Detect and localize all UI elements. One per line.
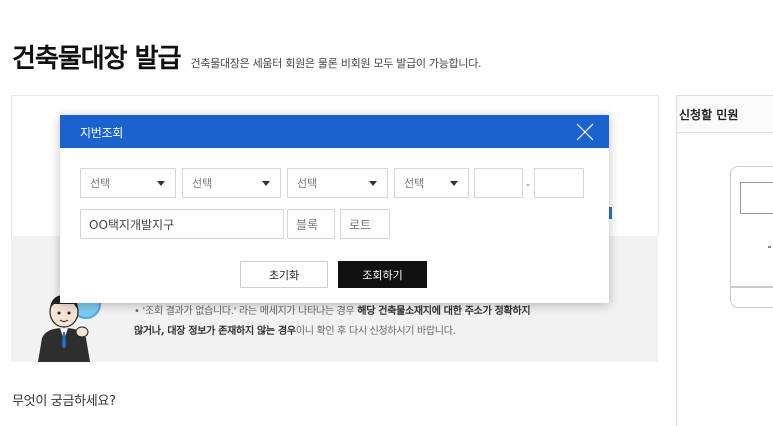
scroll-indicator — [609, 207, 612, 219]
chevron-down-icon — [369, 181, 377, 186]
page-title: 건축물대장 발급 — [12, 44, 181, 74]
modal-title: 지번조회 — [80, 126, 123, 140]
district-input[interactable]: OO택지개발지구 — [80, 209, 284, 239]
notice-line1-prefix: '조회 결과가 없습니다.' 라는 메세지가 나타나는 경우 — [142, 306, 358, 317]
eupmyeondong-select-value: 선택 — [297, 177, 318, 190]
notice-line2-suffix: 이니 확인 후 다시 신청하시기 바랍니다. — [295, 326, 456, 337]
notice-line2-bold: 않거나, 대장 정보가 존재하지 않는 경우 — [134, 326, 296, 337]
notice-text: • '조회 결과가 없습니다.' 라는 메세지가 나타나는 경우 해당 건축물소… — [134, 302, 634, 342]
lot-input-placeholder: 로트 — [349, 217, 372, 232]
notice-bullet: • — [134, 306, 140, 317]
document-icon — [740, 182, 773, 214]
page-subtitle: 건축물대장은 세움터 회원은 물론 비회원 모두 발급이 가능합니다. — [190, 57, 482, 70]
chevron-down-icon — [157, 181, 165, 186]
ri-select-value: 선택 — [404, 177, 425, 190]
faq-heading: 무엇이 궁금하세요? — [12, 394, 116, 409]
notice-line-1: • '조회 결과가 없습니다.' 라는 메세지가 나타나는 경우 해당 건축물소… — [134, 302, 634, 322]
sido-select[interactable]: 선택 — [80, 168, 176, 198]
eupmyeondong-select[interactable]: 선택 — [287, 168, 388, 198]
side-panel-title: 신청할 민원 — [679, 108, 739, 122]
lot-number-dash: - — [526, 178, 530, 191]
sido-select-value: 선택 — [90, 177, 111, 190]
lot-input[interactable]: 로트 — [340, 209, 390, 239]
reset-button[interactable]: 초기화 — [240, 261, 328, 288]
illustration-divider — [730, 286, 773, 288]
chevron-down-icon — [450, 181, 458, 186]
page-header: 건축물대장 발급 건축물대장은 세움터 회원은 물론 비회원 모두 발급이 가능… — [12, 38, 482, 75]
notice-line1-bold: 해당 건축물소재지에 대한 주소가 정확하지 — [357, 306, 531, 317]
block-input-placeholder: 블록 — [296, 217, 319, 232]
main-lot-number-input[interactable] — [474, 168, 523, 198]
block-input[interactable]: 블록 — [287, 209, 335, 239]
notice-line-2: 않거나, 대장 정보가 존재하지 않는 경우이니 확인 후 다시 신청하시기 바… — [134, 322, 634, 342]
district-input-value: OO택지개발지구 — [89, 217, 175, 232]
close-icon[interactable] — [575, 122, 595, 142]
illustration-dot — [768, 246, 771, 248]
sigungu-select-value: 선택 — [192, 177, 213, 190]
ri-select[interactable]: 선택 — [394, 168, 469, 198]
chevron-down-icon — [262, 181, 270, 186]
search-button[interactable]: 조회하기 — [338, 261, 427, 288]
sigungu-select[interactable]: 선택 — [182, 168, 281, 198]
modal-header: 지번조회 — [60, 115, 609, 148]
sub-lot-number-input[interactable] — [534, 168, 584, 198]
side-panel-header: 신청할 민원 — [677, 96, 773, 133]
